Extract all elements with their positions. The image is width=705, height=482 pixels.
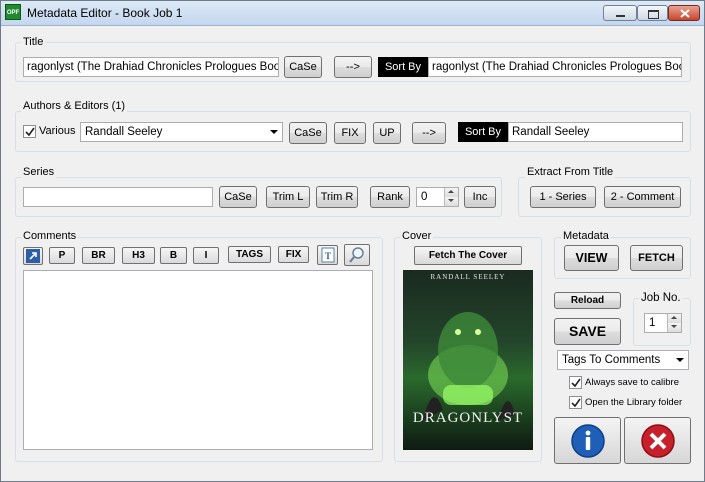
job-spin-up-icon[interactable] bbox=[667, 314, 681, 323]
author-sort-input[interactable]: Randall Seeley bbox=[508, 122, 683, 142]
job-spin-down-icon[interactable] bbox=[667, 323, 681, 332]
extract-series-button[interactable]: 1 - Series bbox=[530, 186, 596, 208]
info-icon bbox=[571, 424, 605, 458]
svg-text:T: T bbox=[325, 251, 331, 261]
checkmark-icon bbox=[571, 378, 581, 388]
magnifier-icon bbox=[349, 247, 364, 263]
info-button[interactable] bbox=[554, 417, 621, 464]
spin-up-icon[interactable] bbox=[444, 188, 458, 197]
arrow-jump-icon bbox=[26, 249, 40, 263]
series-inc-button[interactable]: Inc bbox=[464, 186, 496, 208]
comments-textarea[interactable] bbox=[23, 270, 373, 450]
comments-undo-button[interactable] bbox=[23, 247, 43, 265]
series-index-spinner[interactable]: 0 bbox=[416, 187, 459, 207]
trim-left-button[interactable]: Trim L bbox=[266, 186, 310, 208]
author-value: Randall Seeley bbox=[85, 126, 163, 138]
author-fix-button[interactable]: FIX bbox=[334, 122, 366, 144]
title-group-label: Title bbox=[21, 36, 46, 49]
chevron-down-icon bbox=[270, 130, 278, 134]
comments-group-label: Comments bbox=[21, 230, 79, 243]
tags-dropdown-value: Tags To Comments bbox=[562, 354, 661, 366]
various-label: Various bbox=[39, 125, 76, 137]
chevron-down-icon bbox=[676, 358, 684, 362]
always-save-label: Always save to calibre bbox=[585, 377, 679, 388]
text-document-icon: T bbox=[321, 247, 335, 263]
comment-format-button[interactable]: T bbox=[317, 245, 338, 265]
various-checkbox[interactable] bbox=[23, 125, 36, 138]
comment-tag-b-button[interactable]: B bbox=[160, 247, 187, 264]
window-title: Metadata Editor - Book Job 1 bbox=[27, 6, 183, 20]
minimize-icon bbox=[616, 15, 625, 17]
cover-author-text: RANDALL SEELEY bbox=[430, 273, 506, 281]
extract-comment-button[interactable]: 2 - Comment bbox=[604, 186, 681, 208]
reload-button[interactable]: Reload bbox=[554, 292, 621, 309]
title-sort-by-label: Sort By bbox=[378, 57, 428, 77]
open-library-checkbox[interactable] bbox=[569, 396, 582, 409]
author-copy-sort-button[interactable]: --> bbox=[412, 122, 446, 144]
maximize-button[interactable] bbox=[637, 5, 668, 21]
minimize-button[interactable] bbox=[603, 5, 637, 21]
authors-group-label: Authors & Editors (1) bbox=[21, 100, 128, 113]
view-metadata-button[interactable]: VIEW bbox=[564, 245, 619, 271]
comment-search-button[interactable] bbox=[344, 244, 370, 266]
comment-tag-i-button[interactable]: I bbox=[193, 247, 219, 264]
title-case-button[interactable]: CaSe bbox=[284, 56, 322, 78]
opf-app-icon: OPF bbox=[5, 4, 21, 20]
cover-title-text: DRAGONLYST bbox=[412, 410, 524, 426]
metadata-group-label: Metadata bbox=[561, 230, 611, 243]
trim-right-button[interactable]: Trim R bbox=[316, 186, 358, 208]
title-input[interactable]: ragonlyst (The Drahiad Chronicles Prolog… bbox=[23, 57, 279, 77]
comment-tag-h3-button[interactable]: H3 bbox=[122, 247, 155, 264]
tags-to-comments-dropdown[interactable]: Tags To Comments bbox=[557, 350, 689, 370]
save-button[interactable]: SAVE bbox=[554, 318, 621, 345]
title-bar: OPF Metadata Editor - Book Job 1 bbox=[1, 1, 704, 26]
series-group-label: Series bbox=[21, 166, 57, 179]
fetch-cover-button[interactable]: Fetch The Cover bbox=[414, 246, 522, 265]
metadata-editor-window: OPF Metadata Editor - Book Job 1 Title r… bbox=[0, 0, 705, 482]
close-icon bbox=[680, 9, 690, 18]
series-input[interactable] bbox=[23, 187, 213, 207]
title-copy-sort-button[interactable]: --> bbox=[334, 56, 372, 78]
job-no-spinner[interactable]: 1 bbox=[644, 313, 682, 333]
job-no-label: Job No. bbox=[639, 292, 683, 305]
job-no-value: 1 bbox=[649, 317, 656, 329]
book-cover-image: RANDALL SEELEY DRAGONLYST bbox=[403, 270, 533, 450]
spin-down-icon[interactable] bbox=[444, 197, 458, 206]
close-window-button[interactable] bbox=[668, 5, 700, 21]
series-case-button[interactable]: CaSe bbox=[219, 186, 257, 208]
comment-tag-br-button[interactable]: BR bbox=[82, 247, 115, 264]
author-up-button[interactable]: UP bbox=[373, 122, 401, 144]
cancel-icon bbox=[641, 424, 675, 458]
fetch-metadata-button[interactable]: FETCH bbox=[630, 245, 683, 271]
comment-fix-button[interactable]: FIX bbox=[278, 246, 309, 263]
maximize-icon bbox=[648, 10, 659, 19]
extract-group-label: Extract From Title bbox=[525, 166, 616, 179]
author-case-button[interactable]: CaSe bbox=[289, 122, 327, 144]
open-library-label: Open the Library folder bbox=[585, 397, 683, 408]
always-save-checkbox[interactable] bbox=[569, 376, 582, 389]
checkmark-icon bbox=[25, 127, 35, 137]
cancel-button[interactable] bbox=[624, 417, 691, 464]
title-sort-input[interactable]: ragonlyst (The Drahiad Chronicles Prolog… bbox=[428, 57, 682, 77]
comment-tags-button[interactable]: TAGS bbox=[228, 246, 271, 263]
comment-tag-p-button[interactable]: P bbox=[49, 247, 75, 264]
cover-group-label: Cover bbox=[400, 230, 434, 243]
rank-button[interactable]: Rank bbox=[370, 186, 410, 208]
author-combo[interactable]: Randall Seeley bbox=[80, 122, 283, 142]
author-sort-by-label: Sort By bbox=[458, 122, 508, 142]
series-index-value: 0 bbox=[421, 191, 428, 203]
checkmark-icon bbox=[571, 398, 581, 408]
